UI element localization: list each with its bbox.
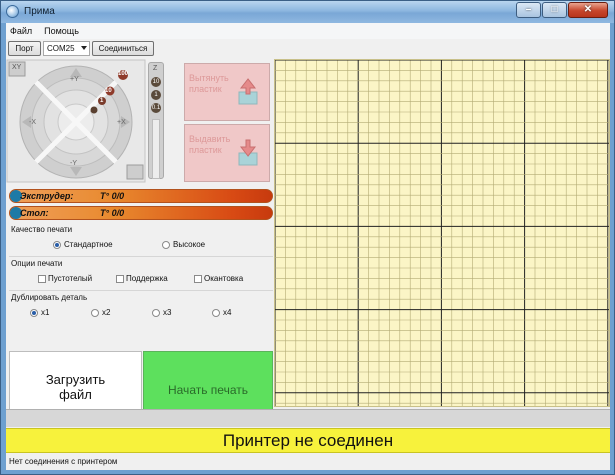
port-button[interactable]: Порт [8, 41, 41, 56]
duplicate-x3-label: x3 [163, 308, 172, 317]
brim-label: Окантовка [204, 274, 244, 283]
jog-panel: XY -X +X -Y +Y 100 10 1 Z 10 1 0.1 Вытян… [6, 59, 273, 187]
bed-label: Стол: [20, 208, 49, 218]
radio-icon [152, 308, 160, 317]
z-jog-bar[interactable]: Z 10 1 0.1 [148, 62, 164, 179]
brim-checkbox[interactable]: Окантовка [194, 274, 243, 283]
jog-plus-x[interactable]: +X [117, 119, 126, 126]
window-title: Прима [24, 6, 55, 17]
z-step-10[interactable]: 10 [151, 77, 161, 87]
extruder-temp-value: T° 0/0 [100, 191, 125, 201]
duplicate-x2-label: x2 [102, 308, 111, 317]
duplicate-label: Дублировать деталь [11, 293, 88, 302]
checkbox-icon [38, 274, 46, 283]
divider [9, 290, 273, 291]
arrow-up-icon [238, 78, 258, 105]
print-options-label: Опции печати [11, 259, 63, 268]
client-area: Файл Помощь Порт COM25 Соединиться XY -X… [6, 23, 610, 470]
minimize-button[interactable]: – [516, 2, 541, 18]
extruder-temp-bar: Экструдер: T° 0/0 [9, 189, 273, 203]
z-slider[interactable] [152, 119, 160, 179]
arrow-down-icon [238, 139, 258, 166]
port-select-value: COM25 [47, 44, 75, 53]
divider [9, 256, 273, 257]
duplicate-x3-radio[interactable]: x3 [152, 308, 171, 317]
status-bar: Нет соединения с принтером [6, 455, 610, 470]
maximize-button[interactable]: □ [542, 2, 567, 18]
app-window: Прима – □ ✕ Файл Помощь Порт COM25 Соеди… [0, 0, 615, 475]
duplicate-x1-radio[interactable]: x1 [30, 308, 49, 317]
support-checkbox[interactable]: Поддержка [116, 274, 168, 283]
support-label: Поддержка [126, 274, 168, 283]
hollow-label: Пустотелый [48, 274, 93, 283]
radio-icon [162, 240, 170, 249]
radio-selected-icon [30, 308, 38, 317]
quality-high-radio[interactable]: Высокое [162, 240, 205, 249]
toolbar: Порт COM25 Соединиться [6, 39, 610, 58]
retract-filament-button[interactable]: Вытянуть пластик [184, 63, 270, 121]
extruder-label: Экструдер: [20, 191, 74, 201]
connect-button[interactable]: Соединиться [92, 41, 154, 56]
close-button[interactable]: ✕ [568, 2, 608, 18]
title-bar: Прима – □ ✕ [1, 1, 614, 23]
radio-icon [212, 308, 220, 317]
print-progress-bar [6, 409, 610, 427]
connection-banner: Принтер не соединен [6, 428, 610, 453]
extrude-filament-button[interactable]: Выдавить пластик [184, 124, 270, 182]
jog-step-100[interactable]: 100 [118, 71, 128, 77]
bed-temp-value: T° 0/0 [100, 208, 125, 218]
jog-step-1[interactable]: 1 [100, 98, 103, 104]
duplicate-x2-radio[interactable]: x2 [91, 308, 110, 317]
retract-label: Вытянуть пластик [189, 73, 229, 94]
chevron-down-icon [81, 46, 87, 50]
bed-grid-lines [274, 59, 609, 406]
maximize-icon: □ [551, 4, 558, 15]
menu-bar: Файл Помощь [6, 23, 610, 39]
jog-minus-x[interactable]: -X [29, 119, 36, 126]
close-icon: ✕ [583, 4, 593, 15]
extrude-label: Выдавить пластик [189, 134, 231, 155]
jog-plus-y[interactable]: +Y [70, 76, 79, 83]
duplicate-x1-label: x1 [41, 308, 50, 317]
radio-selected-icon [53, 240, 61, 249]
z-step-01[interactable]: 0.1 [151, 103, 161, 113]
menu-help[interactable]: Помощь [44, 26, 79, 36]
jog-minus-y[interactable]: -Y [70, 160, 77, 167]
control-panel: XY -X +X -Y +Y 100 10 1 Z 10 1 0.1 Вытян… [6, 59, 273, 427]
minimize-icon: – [525, 4, 532, 15]
hollow-checkbox[interactable]: Пустотелый [38, 274, 92, 283]
radio-icon [91, 308, 99, 317]
duplicate-x4-label: x4 [223, 308, 232, 317]
quality-label: Качество печати [11, 225, 73, 234]
quality-standard-label: Стандартное [64, 240, 113, 249]
duplicate-x4-radio[interactable]: x4 [212, 308, 231, 317]
menu-file[interactable]: Файл [10, 26, 32, 36]
app-icon [6, 5, 19, 18]
quality-high-label: Высокое [173, 240, 206, 249]
home-z-icon[interactable]: Z [153, 65, 157, 72]
home-xy-icon[interactable]: XY [12, 64, 21, 71]
bed-temp-bar: Стол: T° 0/0 [9, 206, 273, 220]
print-bed-grid[interactable] [274, 59, 610, 407]
port-select[interactable]: COM25 [43, 41, 90, 56]
checkbox-icon [116, 274, 124, 283]
z-step-1[interactable]: 1 [151, 90, 161, 100]
quality-standard-radio[interactable]: Стандартное [53, 240, 113, 249]
checkbox-icon [194, 274, 202, 283]
load-file-label: Загрузить файл [45, 372, 106, 402]
jog-step-10[interactable]: 10 [105, 88, 112, 94]
